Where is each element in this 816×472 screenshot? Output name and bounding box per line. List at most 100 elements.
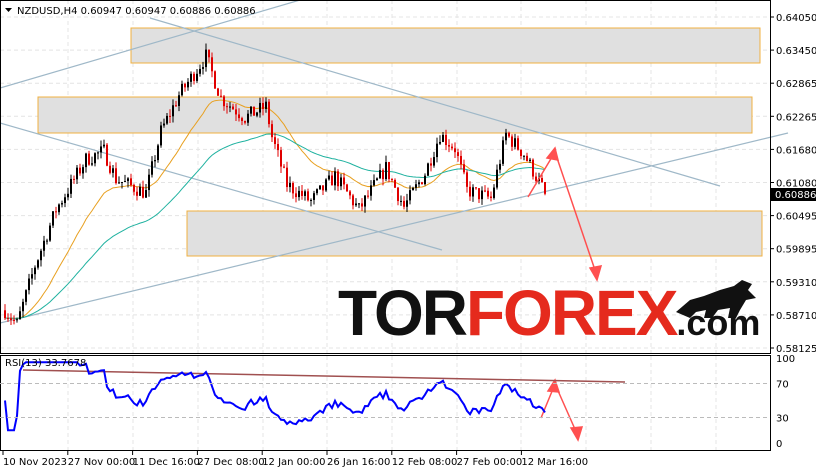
time-axis: 10 Nov 2023 27 Nov 00:0011 Dec 16:0027 De… [2, 451, 588, 468]
candle-body [34, 267, 36, 275]
candle-body [283, 166, 285, 168]
candle-body [496, 169, 498, 188]
rsi-line [4, 361, 546, 432]
candle-body [397, 187, 399, 202]
candle-body [37, 260, 39, 268]
candle-body [475, 187, 477, 189]
symbol-ohlc: NZDUSD,H4 0.60947 0.60947 0.60886 0.6088… [17, 6, 256, 17]
candle-body [145, 190, 147, 198]
candle-body [106, 144, 108, 166]
candle-body [43, 240, 45, 251]
candle-body [439, 141, 441, 144]
candle-body [403, 200, 405, 207]
candle-body [508, 132, 510, 137]
candle-body [520, 149, 522, 157]
candle-body [154, 160, 156, 162]
price-tick-label: 0.62865 [776, 79, 816, 90]
candle-body [442, 134, 444, 142]
candle-body [142, 186, 144, 198]
candle-body [421, 182, 423, 185]
candle-body [523, 155, 525, 157]
candle-body [361, 203, 363, 207]
rsi-tick-label: 70 [776, 380, 789, 391]
candle-body [343, 177, 345, 185]
candle-body [109, 165, 111, 173]
candle-body [436, 143, 438, 158]
candle-body [394, 179, 396, 188]
candle-body [532, 159, 534, 177]
support-zone [186, 210, 763, 257]
time-tick-label: 27 Feb 00:00 [457, 457, 523, 468]
candle-body [202, 67, 204, 69]
candle-body [292, 182, 294, 194]
candle-body [151, 161, 153, 175]
candle-body [22, 301, 24, 312]
candle-body [163, 123, 165, 126]
price-tick-label: 0.62265 [776, 112, 816, 123]
candle-body [121, 181, 123, 183]
candle-body [325, 179, 327, 191]
candle-body [301, 190, 303, 196]
candle-body [541, 178, 543, 183]
candle-body [271, 124, 273, 138]
candle-body [463, 164, 465, 173]
candle-body [379, 170, 381, 179]
candle-body [400, 200, 402, 202]
rsi-series [4, 361, 546, 432]
time-tick-label: 12 Feb 08:00 [392, 457, 458, 468]
price-tick-label: 0.61680 [776, 145, 816, 156]
candle-body [7, 318, 9, 320]
candle-body [172, 105, 174, 117]
candle-body [73, 178, 75, 180]
torforex-logo: TORFOREX.com [338, 277, 761, 349]
candle-body [127, 178, 129, 182]
candle-body [187, 81, 189, 88]
candle-body [148, 174, 150, 191]
candle-body [82, 167, 84, 174]
candle-body [100, 146, 102, 153]
time-tick-label: 12 Jan 00:00 [262, 457, 325, 468]
candle-body [376, 178, 378, 181]
candle-body [277, 144, 279, 151]
candle-body [517, 138, 519, 150]
candle-body [115, 168, 117, 184]
candle-body [67, 193, 69, 198]
candle-body [445, 134, 447, 146]
candle-body [85, 153, 87, 168]
candle-body [139, 186, 141, 196]
candle-body [79, 167, 81, 174]
candle-body [328, 175, 330, 180]
candle-body [298, 190, 300, 198]
current-price-label: 0.60886 [775, 190, 816, 201]
candle-body [418, 182, 420, 185]
candle-body [388, 162, 390, 180]
candle-body [448, 145, 450, 147]
candle-body [364, 195, 366, 207]
candle-body [61, 203, 63, 205]
candle-body [226, 106, 228, 108]
collapse-triangle-icon[interactable] [5, 8, 12, 12]
candle-body [262, 102, 264, 109]
chart-canvas[interactable]: 0.64050 0.63450 0.62865 0.62265 0.61680 0.610… [0, 0, 816, 472]
rsi-axis: 100 70 30 0 [0, 354, 795, 450]
price-axis: 0.64050 0.63450 0.62865 0.62265 0.61680 0.610… [770, 13, 816, 355]
candle-body [214, 71, 216, 89]
candle-body [316, 189, 318, 194]
time-tick-label: 10 Nov 2023 [3, 457, 67, 468]
candle-body [208, 49, 210, 58]
candle-body [454, 148, 456, 153]
candle-body [178, 95, 180, 106]
candle-body [373, 180, 375, 186]
candle-body [193, 73, 195, 81]
candle-body [466, 172, 468, 187]
candle-body [502, 140, 504, 164]
candle-body [268, 101, 270, 125]
candle-body [130, 178, 132, 185]
candle-body [229, 106, 231, 108]
candle-body [310, 199, 312, 201]
rsi-tick-label: 30 [776, 414, 789, 425]
candle-body [505, 132, 507, 141]
price-tick-label: 0.61080 [776, 179, 816, 190]
candle-body [58, 204, 60, 213]
candle-body [10, 318, 12, 320]
